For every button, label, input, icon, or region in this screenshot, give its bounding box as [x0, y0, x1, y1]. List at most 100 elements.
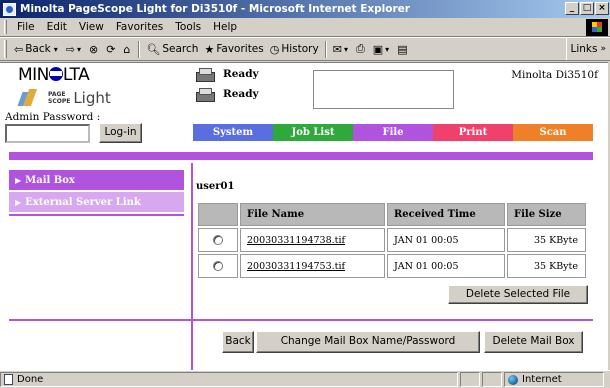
file-name-cell: 20030331194738.tif — [240, 228, 385, 252]
search-button[interactable]: 🔍︎ Search — [143, 39, 201, 59]
tab-job-list[interactable]: Job List — [273, 124, 353, 141]
menu-favorites[interactable]: Favorites — [110, 21, 169, 33]
tab-system[interactable]: System — [193, 124, 273, 141]
scanner-status-text: Ready — [223, 88, 259, 100]
admin-password-input[interactable] — [5, 124, 90, 143]
section-bar — [9, 152, 593, 160]
search-label: Search — [162, 43, 199, 55]
minimize-button[interactable]: _ — [565, 2, 579, 15]
file-size-cell: 35 KByte — [507, 254, 586, 278]
brand-part-1: MIN — [18, 65, 49, 85]
delete-selected-file-button[interactable]: Delete Selected File — [448, 285, 588, 304]
back-button[interactable]: Back — [222, 331, 254, 353]
globe-icon — [508, 374, 518, 385]
table-row: 20030331194738.tif JAN 01 00:05 35 KByte — [198, 228, 590, 252]
stop-icon: ⊗ — [88, 42, 99, 56]
toolbar-separator — [138, 40, 141, 58]
menu-tools[interactable]: Tools — [169, 21, 207, 33]
received-time-header: Received Time — [387, 203, 505, 226]
change-mailbox-button[interactable]: Change Mail Box Name/Password — [256, 331, 480, 353]
file-radio[interactable] — [213, 261, 223, 271]
page-icon — [4, 374, 13, 385]
dropdown-arrow-icon: ▾ — [343, 44, 348, 54]
toolbar-grip — [4, 40, 7, 58]
edit-button[interactable]: ▣ ▾ — [370, 39, 394, 59]
file-link[interactable]: 20030331194738.tif — [247, 235, 345, 246]
menu-grip — [4, 20, 7, 34]
menu-bar: File Edit View Favorites Tools Help — [0, 18, 610, 37]
nav-item-mail-box[interactable]: ▶ Mail Box — [9, 170, 184, 190]
mail-icon: ✉ — [332, 42, 342, 56]
file-radio[interactable] — [213, 235, 223, 245]
file-size-cell: 35 KByte — [507, 228, 586, 252]
file-link[interactable]: 20030331194753.tif — [247, 261, 345, 272]
delete-mailbox-button[interactable]: Delete Mail Box — [484, 331, 583, 353]
model-name: Minolta Di3510f — [511, 69, 598, 81]
main-tabs: System Job List File Print Scan — [193, 124, 593, 141]
menu-edit[interactable]: Edit — [41, 21, 73, 33]
file-size-header: File Size — [507, 203, 586, 226]
stop-button[interactable]: ⊗ — [86, 39, 103, 59]
back-arrow-icon: ⇦ — [14, 42, 24, 56]
status-text: Done — [17, 374, 44, 385]
select-column-header — [198, 203, 238, 226]
printer-icon — [195, 67, 215, 82]
menu-help[interactable]: Help — [207, 21, 243, 33]
window-title: Minolta PageScope Light for Di3510f - Mi… — [20, 3, 410, 15]
print-button[interactable]: ⎙ — [353, 39, 370, 59]
pagescope-text-bottom: SCOPE — [48, 98, 71, 105]
history-label: History — [281, 43, 319, 55]
favorites-button[interactable]: ★ Favorites — [201, 39, 266, 59]
browser-toolbar: ⇦ Back ▾ ⇨ ▾ ⊗ ⟳ ⌂ 🔍︎ Search ★ Favorites… — [0, 37, 610, 61]
refresh-icon: ⟳ — [106, 42, 116, 56]
triangle-right-icon: ▶ — [15, 175, 22, 185]
tab-file[interactable]: File — [353, 124, 433, 141]
search-icon: 🔍︎ — [146, 42, 161, 56]
dropdown-arrow-icon: ▾ — [76, 44, 81, 54]
close-button[interactable]: × — [595, 2, 609, 15]
window-controls: _ □ × — [565, 2, 609, 15]
maximize-button[interactable]: □ — [580, 2, 594, 15]
menu-file[interactable]: File — [11, 21, 41, 33]
pagescope-light-logo: PAGE SCOPE Light — [17, 89, 111, 107]
home-button[interactable]: ⌂ — [120, 39, 135, 59]
discuss-button[interactable]: ▤ — [394, 39, 412, 59]
scanner-status: Ready — [195, 87, 259, 102]
links-label: Links — [570, 43, 598, 55]
back-nav-label: Back — [25, 43, 51, 55]
printer-status: Ready — [195, 67, 259, 82]
window-title-bar: Minolta PageScope Light for Di3510f - Mi… — [0, 0, 610, 18]
pagescope-badge-icon — [17, 89, 46, 107]
minolta-logo: MIN LTA — [18, 65, 90, 85]
dropdown-arrow-icon: ▾ — [385, 44, 390, 54]
history-button[interactable]: ◷ History — [267, 39, 322, 59]
tab-print[interactable]: Print — [433, 124, 513, 141]
menu-view[interactable]: View — [73, 21, 110, 33]
table-row: 20030331194753.tif JAN 01 00:05 35 KByte — [198, 254, 590, 278]
history-icon: ◷ — [269, 42, 280, 56]
mailbox-user: user01 — [196, 181, 235, 192]
left-navigation: ▶ Mail Box ▶ External Server Link — [9, 170, 184, 216]
nav-item-external-server-link[interactable]: ▶ External Server Link — [9, 192, 184, 212]
brand-o-icon — [48, 67, 63, 81]
forward-nav-button[interactable]: ⇨ ▾ — [63, 39, 86, 59]
status-bar: Done Internet — [0, 370, 610, 388]
mail-button[interactable]: ✉ ▾ — [330, 39, 353, 59]
back-nav-button[interactable]: ⇦ Back ▾ — [11, 39, 63, 59]
favorites-icon: ★ — [204, 42, 215, 56]
received-time-cell: JAN 01 00:05 — [387, 228, 505, 252]
status-text-pane: Done — [0, 372, 458, 387]
pagescope-light-text: Light — [73, 89, 111, 107]
brand-part-2: LTA — [62, 65, 90, 85]
discuss-icon: ▤ — [397, 42, 408, 56]
refresh-button[interactable]: ⟳ — [103, 39, 120, 59]
links-button[interactable]: Links » — [565, 38, 610, 60]
bottom-divider — [9, 319, 593, 321]
tab-scan[interactable]: Scan — [513, 124, 593, 141]
chevron-right-icon: » — [600, 44, 606, 54]
login-button[interactable]: Log-in — [99, 123, 142, 143]
received-time-cell: JAN 01 00:05 — [387, 254, 505, 278]
printer-status-text: Ready — [223, 68, 259, 80]
triangle-right-icon: ▶ — [15, 197, 22, 207]
pagescope-text: PAGE SCOPE — [48, 91, 70, 105]
